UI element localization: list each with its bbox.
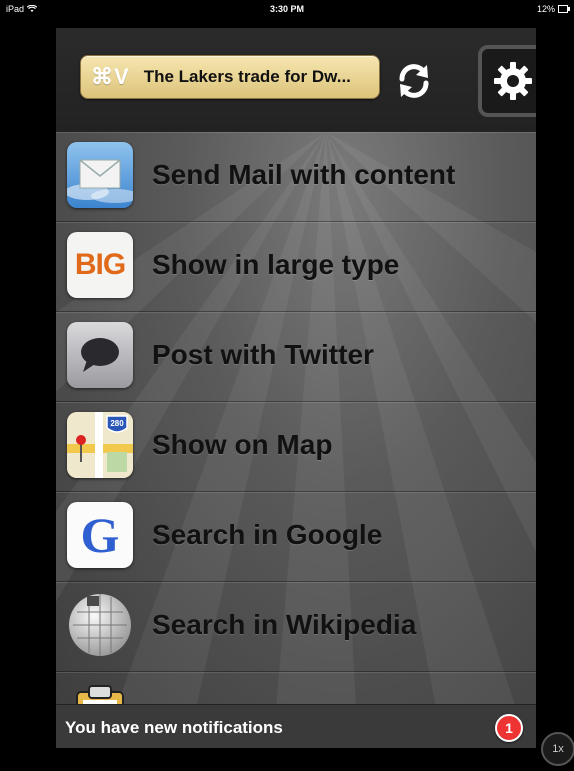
settings-button[interactable] [478, 45, 536, 117]
mail-icon [67, 142, 133, 208]
device-bezel [0, 18, 56, 771]
battery-icon [558, 5, 570, 13]
refresh-button[interactable] [389, 56, 439, 106]
action-row-clipboard[interactable] [56, 672, 536, 708]
google-icon: G [67, 502, 133, 568]
big-type-icon-text: BIG [74, 248, 126, 281]
action-label: Search in Google [152, 519, 383, 550]
big-type-icon: BIG [67, 232, 133, 298]
header-bar: ⌘V The Lakers trade for Dw... [56, 28, 536, 132]
wikipedia-icon [67, 592, 133, 658]
gear-icon [494, 62, 532, 100]
action-list: Send Mail with content BIG Show in large… [56, 132, 536, 708]
action-label: Post with Twitter [152, 339, 374, 370]
status-time: 3:30 PM [269, 4, 304, 14]
notification-badge[interactable]: 1 [495, 714, 523, 742]
action-row-google[interactable]: G Search in Google [56, 492, 536, 582]
action-row-send-mail[interactable]: Send Mail with content [56, 132, 536, 222]
clipboard-pill[interactable]: ⌘V The Lakers trade for Dw... [80, 55, 380, 99]
action-row-large-type[interactable]: BIG Show in large type [56, 222, 536, 312]
twitter-bubble-icon [67, 322, 133, 388]
action-row-twitter[interactable]: Post with Twitter [56, 312, 536, 402]
google-icon-text: G [80, 507, 120, 563]
action-row-wikipedia[interactable]: Search in Wikipedia [56, 582, 536, 672]
action-label: Show on Map [152, 429, 333, 460]
notification-text: You have new notifications [65, 718, 283, 737]
zoom-button[interactable]: 1x [541, 732, 574, 766]
map-icon-text: 280 [110, 419, 124, 428]
paste-command-symbol: ⌘V [91, 64, 130, 89]
refresh-icon [399, 64, 429, 98]
action-label: Send Mail with content [152, 159, 456, 190]
map-icon: 280 [67, 412, 133, 478]
clipboard-text: The Lakers trade for Dw... [143, 67, 351, 86]
status-bar: iPad 3:30 PM 12% [0, 0, 574, 18]
app-window: ⌘V The Lakers trade for Dw... Send Mail … [56, 28, 536, 748]
action-row-map[interactable]: 280 Show on Map [56, 402, 536, 492]
status-right: 12% [536, 4, 570, 14]
notification-bar[interactable]: You have new notifications 1 [56, 704, 536, 748]
battery-percent: 12% [536, 4, 555, 14]
action-label: Show in large type [152, 249, 400, 280]
action-label: Search in Wikipedia [152, 609, 417, 640]
